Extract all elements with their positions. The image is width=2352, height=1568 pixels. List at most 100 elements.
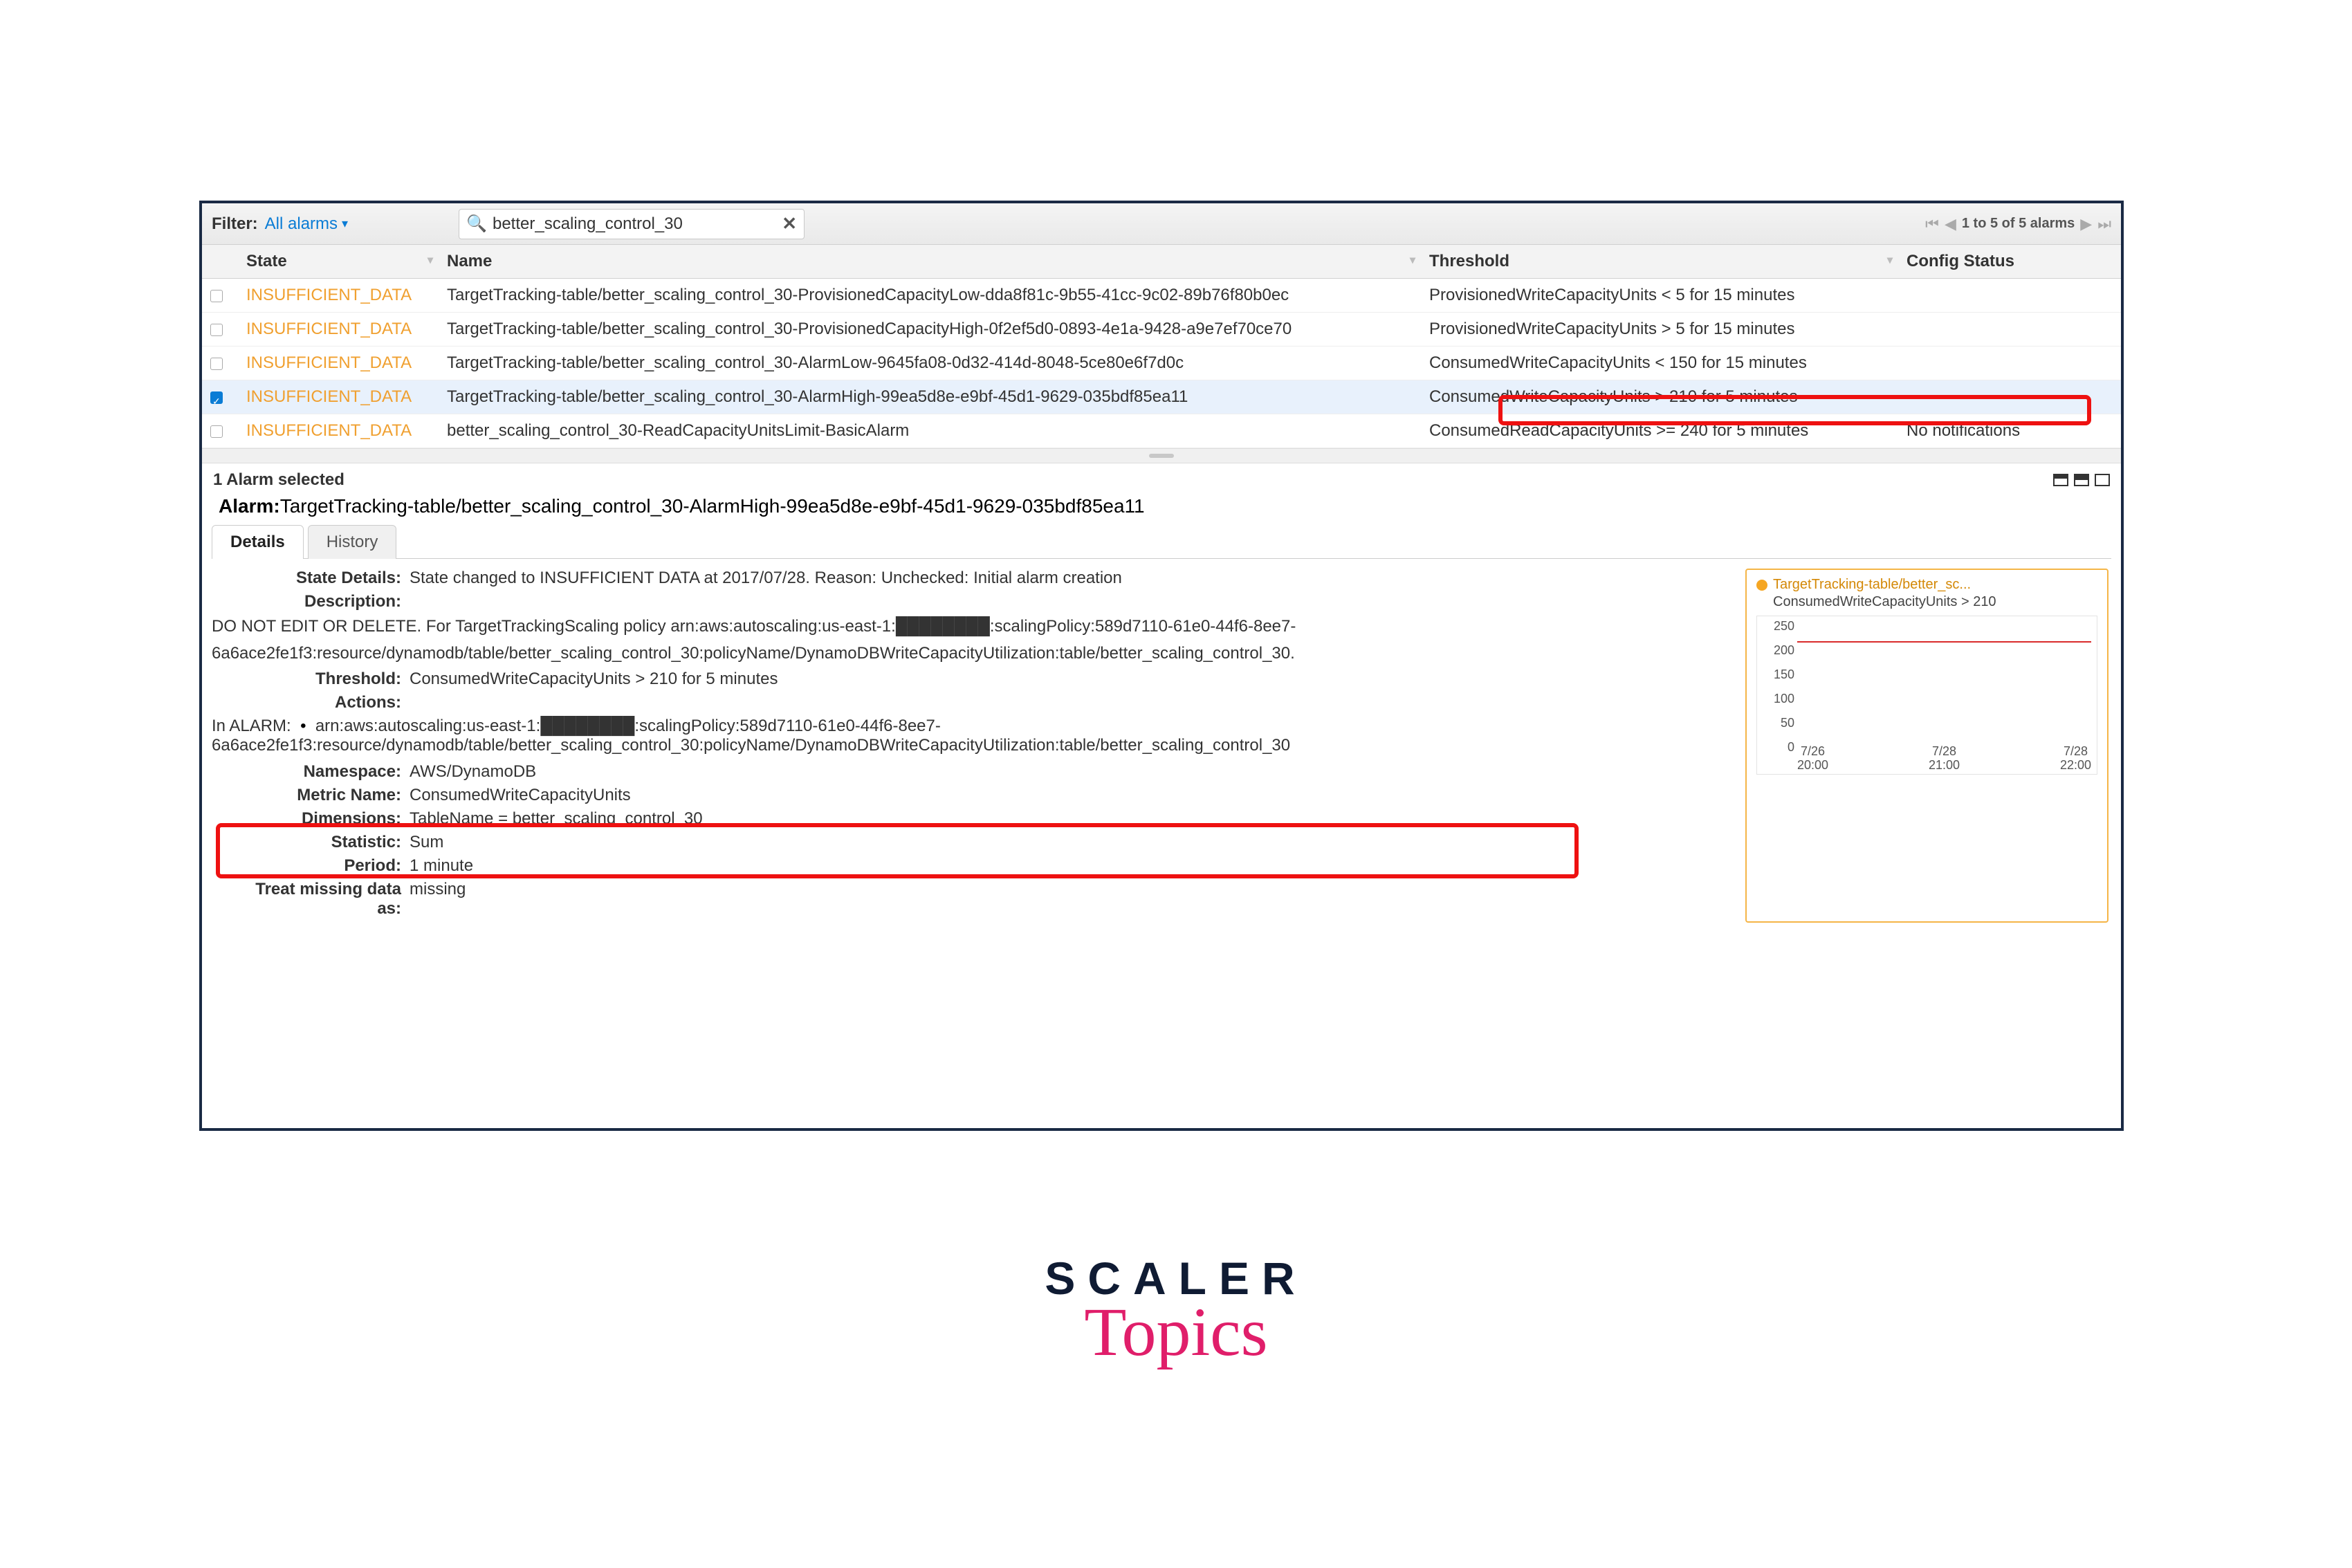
pager: ⏮ ◀ 1 to 5 of 5 alarms ▶ ⏭ [1925,215,2111,233]
state-badge: INSUFFICIENT_DATA [246,353,412,372]
table-row[interactable]: INSUFFICIENT_DATA TargetTracking-table/be… [202,380,2121,414]
state-details-value: State changed to INSUFFICIENT DATA at 20… [410,569,1731,588]
brand-logo: SCALER Topics [1045,1252,1307,1372]
details-header: 1 Alarm selected [202,463,2121,492]
state-badge: INSUFFICIENT_DATA [246,320,412,338]
toolbar: Filter: All alarms ▾ 🔍 ✕ ⏮ ◀ 1 to 5 of 5… [202,203,2121,245]
x-axis-ticks: 7/2620:00 7/2821:00 7/2822:00 [1797,745,2091,773]
namespace-value: AWS/DynamoDB [410,762,1731,782]
threshold-cell: ProvisionedWriteCapacityUnits < 5 for 15… [1421,279,1898,313]
pager-text: 1 to 5 of 5 alarms [1962,216,2075,232]
filter-label: Filter: [212,214,258,234]
chart-title: TargetTracking-table/better_sc... [1773,577,1971,593]
threshold-line [1797,641,2091,643]
row-checkbox[interactable] [210,290,223,302]
chart-area: 250 200 150 100 50 0 7/2620:00 7/2821:00 7/2822… [1756,616,2097,775]
status-dot-icon [1756,580,1767,591]
x-tick: 7/2821:00 [1929,745,1960,773]
table-header-row: State▾ Name▾ Threshold▾ Config Status [202,245,2121,279]
alarm-name: TargetTracking-table/better_scaling_cont… [280,495,1145,517]
pager-prev-icon[interactable]: ◀ [1945,215,1956,233]
period-value: 1 minute [410,856,1731,876]
tab-history[interactable]: History [308,525,397,559]
actions-block: In ALARM: • arn:aws:autoscaling:us-east-… [212,717,1731,755]
x-tick: 7/2620:00 [1797,745,1828,773]
plot [1797,620,2091,752]
alarm-title: Alarm:TargetTracking-table/better_scalin… [202,492,2121,524]
statistic-value: Sum [410,833,1731,852]
y-tick: 150 [1761,667,1794,682]
chart-card: TargetTracking-table/better_sc... Consum… [1745,569,2108,923]
threshold-cell: ConsumedWriteCapacityUnits < 150 for 15 … [1421,347,1898,380]
alarm-name-cell: TargetTracking-table/better_scaling_cont… [439,313,1421,347]
tabs: Details History [212,524,2111,559]
col-state[interactable]: State▾ [238,245,439,279]
alarm-name-cell: TargetTracking-table/better_scaling_cont… [439,279,1421,313]
threshold-cell: ConsumedReadCapacityUnits >= 240 for 5 m… [1421,414,1898,448]
table-row[interactable]: INSUFFICIENT_DATA TargetTracking-table/be… [202,313,2121,347]
state-badge: INSUFFICIENT_DATA [246,387,412,406]
config-status-cell [1898,380,2121,414]
layout-max-icon[interactable] [2095,474,2110,486]
tab-details[interactable]: Details [212,525,304,559]
threshold-cell: ConsumedWriteCapacityUnits > 210 for 5 m… [1421,380,1898,414]
config-status-cell: No notifications [1898,414,2121,448]
row-checkbox[interactable] [210,391,223,404]
description-label: Description: [230,592,410,611]
period-label: Period: [230,856,410,876]
chevron-down-icon[interactable]: ▾ [342,216,348,231]
state-badge: INSUFFICIENT_DATA [246,421,412,440]
in-alarm-arn-2: 6a6ace2fe1f3:resource/dynamodb/table/bet… [212,736,1290,755]
threshold-label: Threshold: [230,670,410,689]
x-tick: 7/2822:00 [2060,745,2091,773]
layout-min-icon[interactable] [2053,474,2068,486]
table-row[interactable]: INSUFFICIENT_DATA TargetTracking-table/be… [202,279,2121,313]
selected-count: 1 Alarm selected [213,470,344,490]
namespace-label: Namespace: [230,762,410,782]
metric-name-value: ConsumedWriteCapacityUnits [410,786,1731,805]
y-tick: 50 [1761,716,1794,730]
details-body: State Details:State changed to INSUFFICI… [202,559,2121,935]
description-line1: DO NOT EDIT OR DELETE. For TargetTrackin… [212,616,1731,637]
pager-next-icon[interactable]: ▶ [2080,215,2092,233]
col-name[interactable]: Name▾ [439,245,1421,279]
y-tick: 200 [1761,643,1794,658]
pager-first-icon[interactable]: ⏮ [1925,215,1939,233]
actions-label: Actions: [230,693,410,712]
row-checkbox[interactable] [210,358,223,370]
cloudwatch-console: Filter: All alarms ▾ 🔍 ✕ ⏮ ◀ 1 to 5 of 5… [199,201,2124,1131]
table-row[interactable]: INSUFFICIENT_DATATargetTracking-table/be… [202,347,2121,380]
state-badge: INSUFFICIENT_DATA [246,286,412,304]
threshold-cell: ProvisionedWriteCapacityUnits > 5 for 15… [1421,313,1898,347]
filter-dropdown[interactable]: All alarms [265,214,338,234]
config-status-cell [1898,347,2121,380]
pager-last-icon[interactable]: ⏭ [2097,215,2111,233]
in-alarm-label: In ALARM: [212,717,291,735]
col-threshold[interactable]: Threshold▾ [1421,245,1898,279]
alarm-label: Alarm: [219,495,280,517]
missing-value: missing [410,880,1731,919]
y-tick: 0 [1761,740,1794,755]
clear-search-icon[interactable]: ✕ [782,213,797,234]
row-checkbox[interactable] [210,324,223,336]
metric-name-label: Metric Name: [230,786,410,805]
dimensions-label: Dimensions: [230,809,410,829]
chart-subtitle: ConsumedWriteCapacityUnits > 210 [1773,594,2097,610]
alarms-table: State▾ Name▾ Threshold▾ Config Status IN… [202,245,2121,448]
layout-split-icon[interactable] [2074,474,2089,486]
y-axis-ticks: 250 200 150 100 50 0 [1761,619,1794,755]
y-tick: 100 [1761,692,1794,706]
statistic-label: Statistic: [230,833,410,852]
search-input[interactable] [493,214,782,234]
config-status-cell [1898,313,2121,347]
y-tick: 250 [1761,619,1794,634]
threshold-value: ConsumedWriteCapacityUnits > 210 for 5 m… [410,670,1731,689]
pane-divider[interactable] [202,448,2121,463]
alarm-name-cell: TargetTracking-table/better_scaling_cont… [439,380,1421,414]
col-config-status[interactable]: Config Status [1898,245,2121,279]
config-status-cell [1898,279,2121,313]
row-checkbox[interactable] [210,425,223,438]
state-details-label: State Details: [230,569,410,588]
table-row[interactable]: INSUFFICIENT_DATAbetter_scaling_control_… [202,414,2121,448]
search-box[interactable]: 🔍 ✕ [459,209,805,239]
